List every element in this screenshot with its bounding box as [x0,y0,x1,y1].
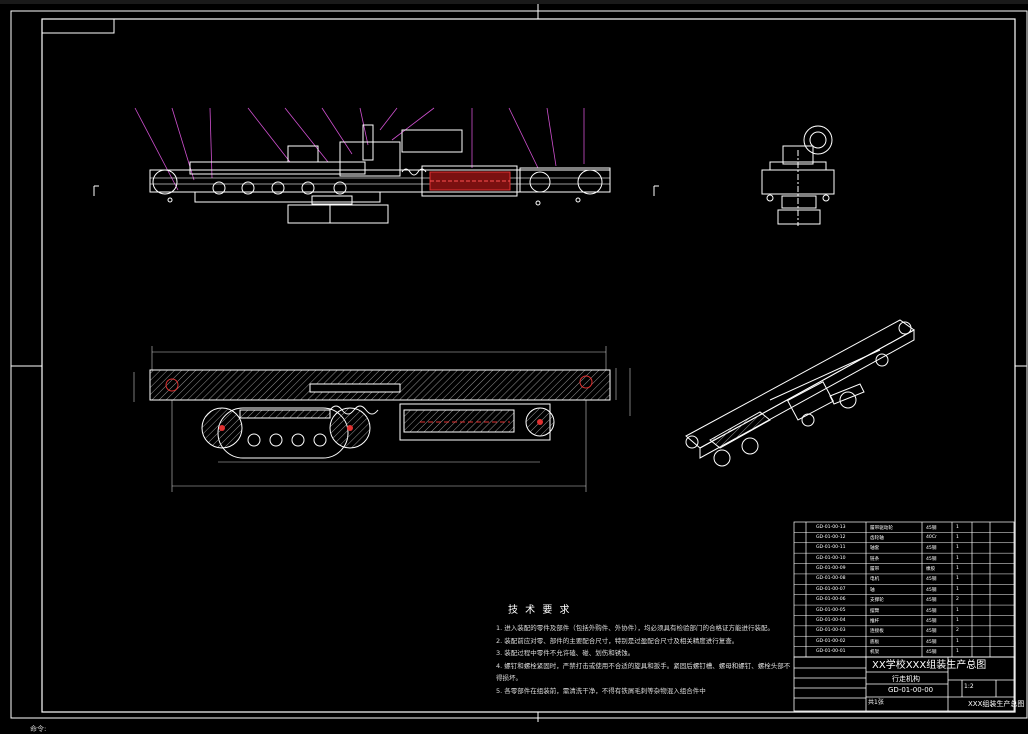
bom-cell-qty: 1 [956,617,959,623]
tech-requirement-item: 5. 各零部件在组装前，需清洗干净，不得有铁屑毛刺等杂物混入组合件中 [496,686,706,695]
bom-cell-mat: 45钢 [926,618,937,624]
bom-cell-qty: 1 [956,524,959,530]
bom-cell-mat: 45钢 [926,639,937,645]
bom-cell-qty: 1 [956,566,959,572]
front-view [93,107,659,224]
bom-row: GD-01-00-02 底板 45钢 1 [816,637,988,646]
bom-cell-mat: 45钢 [926,577,937,583]
bom-cell-code: GD-01-00-01 [816,649,846,655]
bom-cell-qty: 2 [956,597,959,603]
bom-cell-qty: 1 [956,586,959,592]
bom-cell-qty: 1 [956,555,959,561]
bom-cell-mat: 45钢 [926,629,937,635]
bom-cell-mat: 45钢 [926,556,937,562]
bom-cell-name: 底板 [870,639,880,645]
bom-cell-code: GD-01-00-03 [816,628,846,634]
bom-cell-mat: 45钢 [926,608,937,614]
tech-requirement-item: 3. 装配过程中零件不允许磕、碰、划伤和锈蚀。 [496,649,635,657]
bom-row: GD-01-00-10 链条 45钢 1 [816,554,988,563]
tech-requirement-item: 2. 装配前应对零、部件的主要配合尺寸，特别是过盈配合尺寸及相关精度进行复查。 [496,636,739,645]
bom-row: GD-01-00-12 齿轮轴 40Cr 1 [816,533,988,542]
bom-cell-code: GD-01-00-13 [816,524,846,530]
bom-cell-qty: 1 [956,576,959,582]
bom-cell-name: 摆臂 [870,608,880,614]
drawing-scale: 1:2 [964,683,974,690]
title-notch [41,18,115,34]
bom-cell-name: 链条 [870,556,880,562]
tech-requirement-item: 1. 进入装配的零件及部件（包括外购件、外协件），均必须具有检验部门的合格证方能… [496,624,775,632]
bom-cell-code: GD-01-00-09 [816,566,846,572]
bom-cell-name: 履带 [870,567,880,573]
bom-cell-code: GD-01-00-07 [816,586,846,592]
bom-cell-name: 连接板 [870,629,884,635]
bom-cell-qty: 2 [956,628,959,634]
bom-cell-mat: 45钢 [926,650,937,656]
bom-cell-mat: 45钢 [926,587,937,593]
bom-cell-mat: 橡胶 [926,567,936,573]
drawing-code: GD-01-00-00 [888,686,934,694]
drawing-title: XX学校XXX组装生产总图 [872,660,987,671]
tech-requirement-item: 得损坏。 [496,674,522,682]
bom-cell-mat: 40Cr [926,534,937,540]
bom-cell-code: GD-01-00-11 [816,545,846,551]
bom-cell-name: 推杆 [870,618,880,624]
window-top-bar [0,0,1028,4]
bom-cell-name: 齿轮轴 [870,535,884,541]
isometric-view [685,319,915,467]
bom-row: GD-01-00-08 电机 45钢 1 [816,574,988,583]
side-view [761,125,835,226]
bom-cell-qty: 1 [956,649,959,655]
bom-cell-code: GD-01-00-04 [816,617,846,623]
bom-cell-name: 电机 [870,577,880,583]
command-line[interactable]: 命令: [30,724,46,734]
bom-cell-qty: 1 [956,638,959,644]
bom-row: GD-01-00-04 推杆 45钢 1 [816,616,988,625]
sheet-label: XXX组装生产总图 [968,700,1025,708]
bom-row: GD-01-00-11 轴套 45钢 1 [816,543,988,552]
bom-cell-name: 机架 [870,650,880,656]
bom-cell-name: 轴 [870,587,875,593]
bom-row: GD-01-00-09 履带 橡胶 1 [816,564,988,573]
bom-cell-mat: 45钢 [926,546,937,552]
bom-cell-name: 履带驱动轮 [870,525,893,531]
bom-cell-code: GD-01-00-08 [816,576,846,582]
bom-cell-code: GD-01-00-12 [816,534,846,540]
bom-cell-code: GD-01-00-10 [816,555,846,561]
bom-row: GD-01-00-01 机架 45钢 1 [816,647,988,656]
section-view [133,346,631,492]
bom-cell-mat: 45钢 [926,598,937,604]
bom-cell-qty: 1 [956,545,959,551]
bom-row: GD-01-00-13 履带驱动轮 45钢 1 [816,523,988,532]
bom-row: GD-01-00-07 轴 45钢 1 [816,585,988,594]
bom-row: GD-01-00-03 连接板 45钢 2 [816,626,988,635]
bom-cell-qty: 1 [956,607,959,613]
tech-requirement-item: 4. 螺钉和螺栓紧固时，严禁打击或使用不合适的旋具和扳手。紧固后螺钉槽、螺母和螺… [496,661,791,670]
bom-row: GD-01-00-06 支撑轮 45钢 2 [816,595,988,604]
bom-cell-code: GD-01-00-06 [816,597,846,603]
bom-cell-mat: 45钢 [926,525,937,531]
bom-cell-code: GD-01-00-02 [816,638,846,644]
bom-row: GD-01-00-05 摆臂 45钢 1 [816,606,988,615]
page-note: 共1张 [868,699,884,706]
bom-cell-name: 轴套 [870,546,880,552]
tech-requirements-heading: 技 术 要 求 [508,605,572,616]
bom-cell-qty: 1 [956,534,959,540]
bom-cell-code: GD-01-00-05 [816,607,846,613]
bom-cell-name: 支撑轮 [870,598,884,604]
drawing-subtitle: 行走机构 [892,675,920,683]
